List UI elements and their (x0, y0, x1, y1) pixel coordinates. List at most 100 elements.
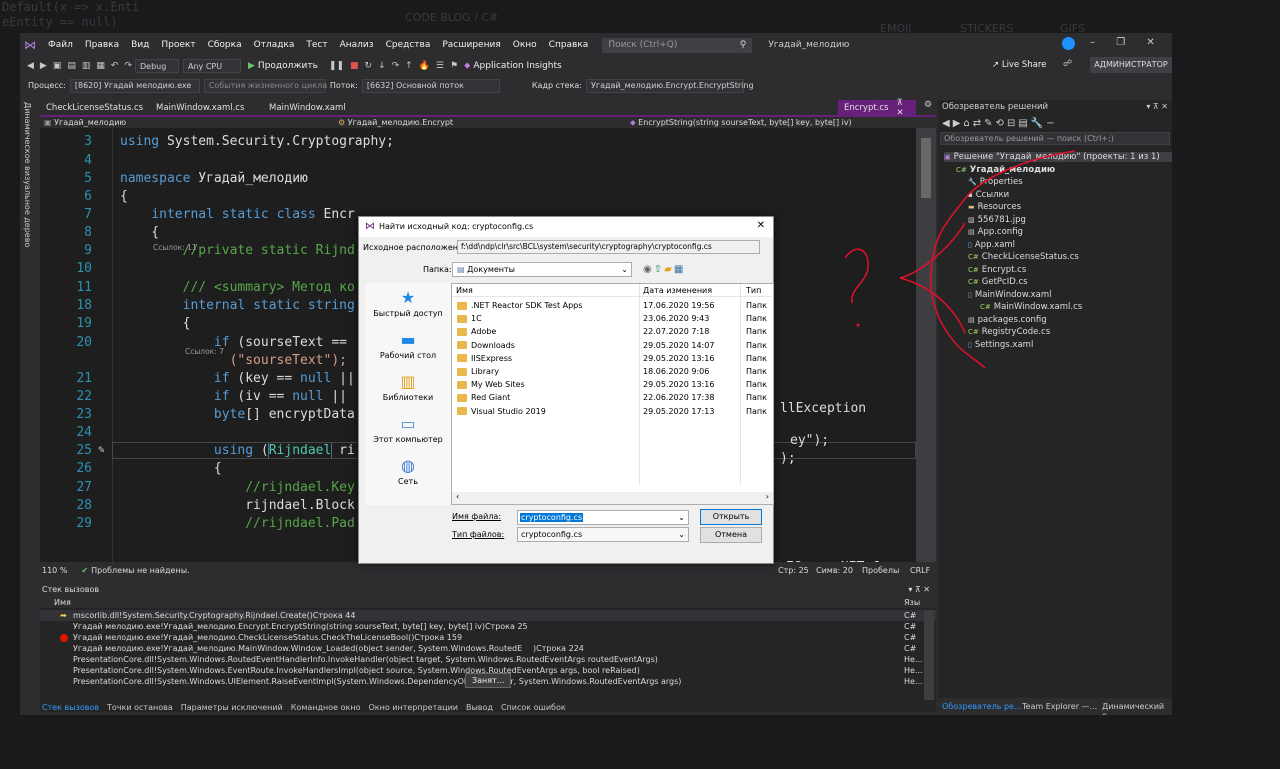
filename-value: cryptoconfig.cs (520, 513, 584, 522)
file-date: 29.05.2020 17:13 (643, 406, 715, 416)
folder-icon (457, 367, 467, 376)
editor-tab-active[interactable]: Encrypt.cs ⊼ ✕ (838, 98, 916, 118)
scroll-right-icon[interactable]: › (766, 492, 769, 501)
bg-code-line: eEntity == null) (2, 15, 118, 29)
folder-toolbar: ◉⇧▰▦ (643, 264, 685, 275)
file-row[interactable]: Downloads 29.05.2020 14:07 Папк (452, 339, 772, 352)
file-name: IISExpress (471, 353, 513, 363)
folder-value: Документы (467, 265, 515, 274)
places-bar: ★ Быстрый доступ ▬ Рабочий стол ▥ Библиотеки ▭… (365, 283, 451, 505)
file-name: 1C (471, 314, 482, 324)
place-label: Сеть (398, 477, 418, 486)
file-row[interactable]: My Web Sites 29.05.2020 13:16 Папк (452, 378, 772, 391)
back-arrow-icon[interactable]: ◉ (643, 264, 654, 275)
file-date: 29.05.2020 13:16 (643, 380, 715, 390)
file-name: Downloads (471, 340, 515, 350)
place-item[interactable]: ▥ Библиотеки (365, 373, 451, 402)
folder-icon (457, 380, 467, 389)
file-name: Adobe (471, 327, 497, 337)
file-date: 29.05.2020 13:16 (643, 353, 715, 363)
place-item[interactable]: ▭ Этот компьютер (365, 415, 451, 444)
new-folder-icon[interactable]: ▰ (664, 264, 674, 275)
folder-dropdown[interactable]: ▤ Документы ⌄ (452, 262, 632, 277)
file-type: Папк (746, 393, 767, 403)
editor-tab[interactable]: CheckLicenseStatus.cs (40, 100, 149, 115)
horizontal-scrollbar[interactable]: ‹ › (452, 492, 773, 504)
file-name: Library (471, 367, 499, 376)
place-label: Этот компьютер (373, 435, 443, 444)
folder-icon (457, 407, 467, 416)
file-date: 22.06.2020 17:38 (643, 393, 715, 403)
desktop-icon: ▬ (400, 330, 416, 349)
file-type: Папк (746, 340, 767, 350)
file-list-header: Имя Дата изменения Тип (452, 284, 772, 297)
file-row[interactable]: Visual Studio 2019 29.05.2020 17:13 Папк (452, 405, 772, 418)
filetype-value: cryptoconfig.cs (521, 530, 583, 539)
up-folder-icon[interactable]: ⇧ (654, 264, 664, 275)
file-type: Папк (746, 301, 767, 310)
dialog-title: Найти исходный код: cryptoconfig.cs (379, 222, 534, 231)
file-name: My Web Sites (471, 380, 525, 390)
file-row[interactable]: .NET Reactor SDK Test Apps 17.06.2020 19:… (452, 299, 772, 312)
cancel-button[interactable]: Отмена (700, 527, 762, 543)
file-type: Папк (746, 406, 767, 416)
chevron-down-icon: ⌄ (678, 530, 685, 539)
place-item[interactable]: ▬ Рабочий стол (365, 331, 451, 360)
active-tab-label: Encrypt.cs (844, 102, 889, 113)
folder-icon (457, 393, 467, 402)
editor-tab[interactable]: MainWindow.xaml (263, 100, 352, 115)
filetype-label: Тип файлов: (452, 530, 505, 539)
editor-tab[interactable]: MainWindow.xaml.cs (150, 100, 250, 115)
dialog-vs-icon: ⋈ (365, 221, 375, 232)
file-date: 23.06.2020 9:43 (643, 314, 710, 324)
column-type-header[interactable]: Тип (746, 286, 761, 295)
folder-icon (457, 341, 467, 350)
file-row[interactable]: Red Giant 22.06.2020 17:38 Папк (452, 391, 772, 404)
file-type: Папк (746, 353, 767, 363)
network-icon: ◍ (401, 456, 415, 475)
folder-icon (457, 327, 467, 336)
file-name: Visual Studio 2019 (471, 406, 546, 416)
find-source-dialog: ⋈ Найти исходный код: cryptoconfig.cs ✕ … (358, 216, 774, 564)
scroll-left-icon[interactable]: ‹ (456, 492, 459, 501)
bg-blog-title: CODE BLOG / C# (405, 11, 499, 24)
file-name: .NET Reactor SDK Test Apps (471, 301, 583, 310)
file-type: Папк (746, 367, 767, 376)
chevron-down-icon: ⌄ (621, 265, 628, 274)
folder-label: Папка: (423, 265, 452, 274)
original-location-label: Исходное расположение: (363, 243, 471, 252)
chevron-down-icon: ⌄ (678, 513, 685, 522)
tab-close-icon[interactable]: ⊼ ✕ (897, 98, 911, 118)
open-button[interactable]: Открыть (700, 509, 762, 525)
file-date: 22.07.2020 7:18 (643, 327, 710, 337)
folder-icon (457, 301, 467, 310)
file-date: 17.06.2020 19:56 (643, 301, 715, 310)
place-label: Быстрый доступ (373, 309, 443, 318)
column-date-header[interactable]: Дата изменения (643, 286, 712, 295)
file-date: 29.05.2020 14:07 (643, 340, 715, 350)
filename-input[interactable]: cryptoconfig.cs ⌄ (517, 510, 689, 525)
place-label: Рабочий стол (379, 351, 437, 360)
bg-code-line: Default(x => x.Enti (2, 0, 140, 14)
this-pc-icon: ▭ (400, 414, 416, 433)
file-type: Папк (746, 380, 767, 390)
libraries-icon: ▥ (400, 372, 416, 391)
quick-access-icon: ★ (400, 288, 416, 307)
file-date: 18.06.2020 9:06 (643, 367, 710, 376)
column-name-header[interactable]: Имя (456, 286, 473, 295)
file-row[interactable]: Library 18.06.2020 9:06 Папк (452, 365, 772, 378)
place-item[interactable]: ◍ Сеть (365, 457, 451, 486)
file-row[interactable]: 1C 23.06.2020 9:43 Папк (452, 312, 772, 325)
place-label: Библиотеки (382, 393, 434, 402)
file-type: Папк (746, 327, 767, 337)
original-location-field: f:\dd\ndp\clr\src\BCL\system\security\cr… (457, 240, 760, 254)
view-menu-icon[interactable]: ▦ (674, 264, 685, 275)
place-item[interactable]: ★ Быстрый доступ (365, 289, 451, 318)
folder-icon (457, 354, 467, 363)
documents-icon: ▤ (457, 265, 468, 274)
file-row[interactable]: Adobe 22.07.2020 7:18 Папк (452, 325, 772, 338)
dialog-close-icon[interactable]: ✕ (757, 220, 765, 231)
file-row[interactable]: IISExpress 29.05.2020 13:16 Папк (452, 352, 772, 365)
filetype-dropdown[interactable]: cryptoconfig.cs ⌄ (517, 527, 689, 542)
file-list: Имя Дата изменения Тип ‹ › .NET Reactor … (451, 283, 774, 505)
